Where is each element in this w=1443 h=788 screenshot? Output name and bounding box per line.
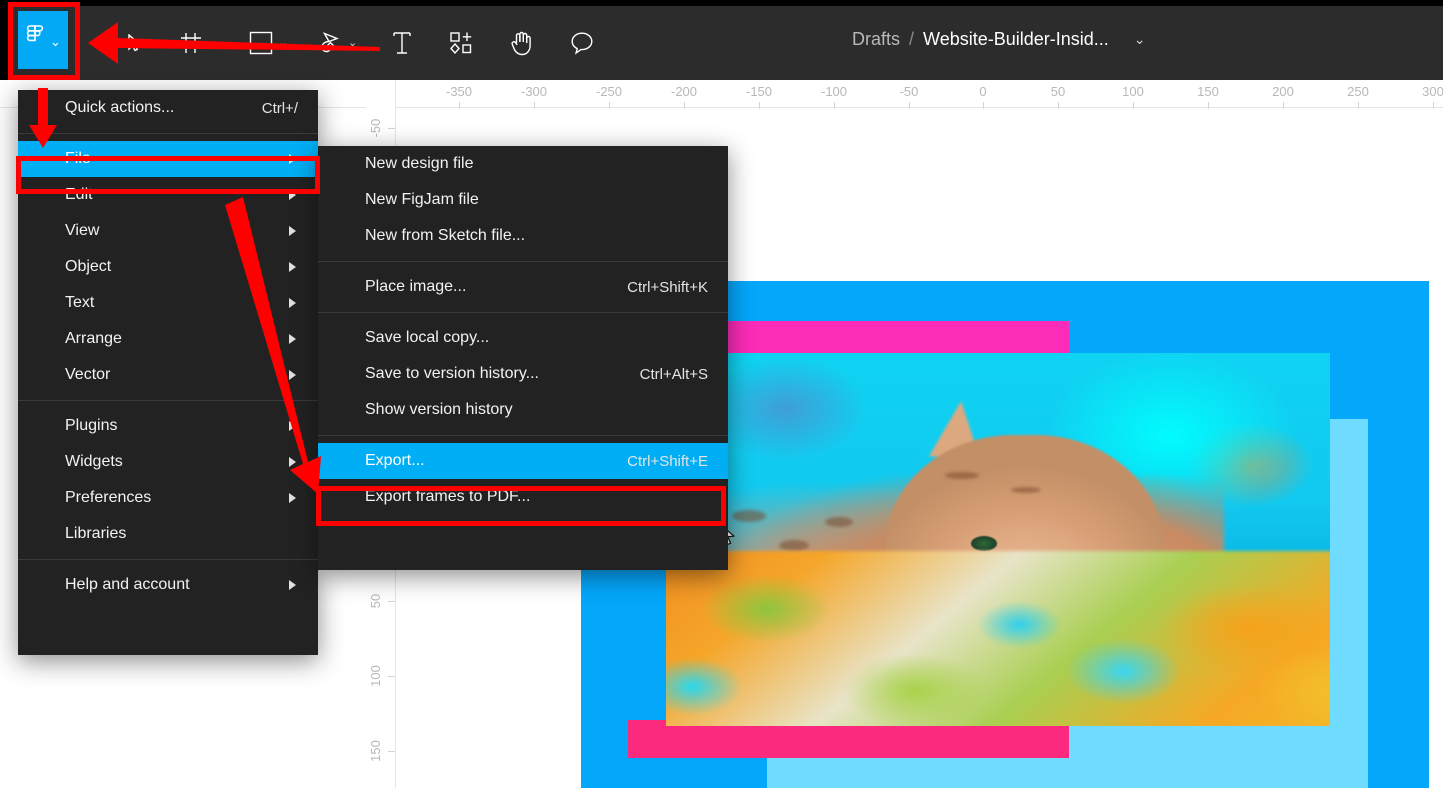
figma-logo-icon — [25, 25, 45, 55]
chevron-right-icon — [289, 190, 296, 200]
menu-item-quick-actions[interactable]: Quick actions... Ctrl+/ — [18, 90, 318, 126]
menu-item-edit[interactable]: Edit — [18, 177, 318, 213]
menu-divider — [318, 261, 728, 262]
chevron-right-icon — [289, 493, 296, 503]
breadcrumb-separator: / — [909, 29, 915, 49]
menu-item-shortcut: Ctrl+/ — [261, 99, 298, 117]
menu-divider — [18, 133, 318, 134]
shape-tool[interactable] — [244, 28, 278, 58]
menu-item-shortcut: Ctrl+Shift+E — [627, 452, 708, 470]
cat-eye — [971, 535, 998, 551]
breadcrumb-chevron-down-icon[interactable]: ⌄ — [1134, 31, 1146, 48]
chevron-right-icon — [289, 298, 296, 308]
menu-item-label: New FigJam file — [365, 191, 479, 208]
menu-item-help-and-account[interactable]: Help and account — [18, 567, 318, 603]
window-left-edge — [0, 0, 10, 80]
submenu-item-export[interactable]: Export... Ctrl+Shift+E — [318, 443, 728, 479]
menu-item-label: Show version history — [365, 401, 513, 418]
menu-item-label: Text — [65, 294, 95, 311]
menu-item-preferences[interactable]: Preferences — [18, 480, 318, 516]
chevron-right-icon — [289, 226, 296, 236]
menu-item-label: Object — [65, 258, 112, 275]
move-tool-chevron-down-icon[interactable]: ⌄ — [148, 38, 157, 49]
chevron-right-icon — [289, 421, 296, 431]
hand-tool[interactable] — [505, 28, 539, 58]
menu-item-label: Edit — [65, 186, 93, 203]
figma-app-window: ⌄ ⌄ ⌄ ⌄ ⌄ Drafts / Website-Builder-Insid… — [0, 0, 1443, 788]
menu-item-widgets[interactable]: Widgets — [18, 444, 318, 480]
menu-item-label: View — [65, 222, 100, 239]
text-tool[interactable] — [385, 28, 419, 58]
submenu-item-new-from-sketch-file[interactable]: New from Sketch file... — [318, 218, 728, 254]
breadcrumb: Drafts / Website-Builder-Insid... ⌄ — [852, 29, 1146, 50]
logo-chevron-down-icon: ⌄ — [50, 34, 61, 49]
menu-item-label: Help and account — [65, 576, 190, 593]
chevron-right-icon — [289, 262, 296, 272]
submenu-item-place-image[interactable]: Place image... Ctrl+Shift+K — [318, 269, 728, 305]
submenu-item-export-frames-to-pdf[interactable]: Export frames to PDF... — [318, 479, 728, 515]
menu-item-arrange[interactable]: Arrange — [18, 321, 318, 357]
menu-divider — [18, 559, 318, 560]
menu-item-label: Export frames to PDF... — [365, 488, 531, 505]
figma-main-menu[interactable]: Quick actions... Ctrl+/ File Edit View O… — [18, 90, 318, 655]
frame-tool-chevron-down-icon[interactable]: ⌄ — [208, 38, 217, 49]
breadcrumb-project[interactable]: Drafts — [852, 29, 900, 50]
pen-tool[interactable] — [314, 28, 348, 58]
pen-tool-chevron-down-icon[interactable]: ⌄ — [348, 38, 357, 49]
frame-tool[interactable] — [174, 28, 208, 58]
menu-item-label: Widgets — [65, 453, 123, 470]
window-top-edge — [0, 0, 1443, 6]
menu-item-label: File — [65, 150, 91, 167]
photo-blanket — [666, 550, 1330, 726]
menu-item-libraries[interactable]: Libraries — [18, 516, 318, 552]
menu-divider — [318, 312, 728, 313]
file-submenu[interactable]: New design file New FigJam file New from… — [318, 146, 728, 570]
resources-tool[interactable] — [445, 28, 479, 58]
figma-logo-button[interactable]: ⌄ — [18, 11, 68, 69]
menu-item-shortcut: Ctrl+Alt+S — [639, 365, 708, 383]
chevron-right-icon — [289, 370, 296, 380]
menu-item-label: Preferences — [65, 489, 152, 506]
move-tool[interactable] — [118, 28, 152, 58]
menu-item-label: Save local copy... — [365, 329, 490, 346]
chevron-right-icon — [289, 457, 296, 467]
menu-item-vector[interactable]: Vector — [18, 357, 318, 393]
comment-tool[interactable] — [565, 28, 599, 58]
breadcrumb-file-name[interactable]: Website-Builder-Insid... — [923, 29, 1109, 50]
menu-item-text[interactable]: Text — [18, 285, 318, 321]
menu-item-label: Arrange — [65, 330, 122, 347]
cat-stripe — [778, 539, 809, 551]
top-toolbar: ⌄ ⌄ ⌄ ⌄ ⌄ Drafts / Website-Builder-Insid… — [0, 0, 1443, 80]
menu-item-label: New design file — [365, 155, 474, 172]
menu-item-shortcut: Ctrl+Shift+K — [627, 278, 708, 296]
menu-item-view[interactable]: View — [18, 213, 318, 249]
submenu-item-save-to-version-history[interactable]: Save to version history... Ctrl+Alt+S — [318, 356, 728, 392]
menu-divider — [318, 435, 728, 436]
menu-item-label: Export... — [365, 452, 425, 469]
menu-divider — [18, 400, 318, 401]
menu-item-label: Quick actions... — [65, 99, 175, 116]
artboard-cat-photo[interactable] — [666, 353, 1330, 726]
chevron-right-icon — [289, 334, 296, 344]
cat-stripe — [732, 509, 767, 522]
menu-item-plugins[interactable]: Plugins — [18, 408, 318, 444]
menu-item-object[interactable]: Object — [18, 249, 318, 285]
submenu-item-save-local-copy[interactable]: Save local copy... — [318, 320, 728, 356]
menu-item-label: Plugins — [65, 417, 118, 434]
menu-item-label: Vector — [65, 366, 111, 383]
chevron-right-icon — [289, 154, 296, 164]
menu-item-file[interactable]: File — [18, 141, 318, 177]
menu-item-label: Libraries — [65, 525, 127, 542]
submenu-item-new-design-file[interactable]: New design file — [318, 146, 728, 182]
menu-item-label: New from Sketch file... — [365, 227, 526, 244]
shape-tool-chevron-down-icon[interactable]: ⌄ — [278, 38, 287, 49]
submenu-item-show-version-history[interactable]: Show version history — [318, 392, 728, 428]
menu-item-label: Place image... — [365, 278, 467, 295]
submenu-item-new-figjam-file[interactable]: New FigJam file — [318, 182, 728, 218]
chevron-right-icon — [289, 580, 296, 590]
menu-item-label: Save to version history... — [365, 365, 539, 382]
